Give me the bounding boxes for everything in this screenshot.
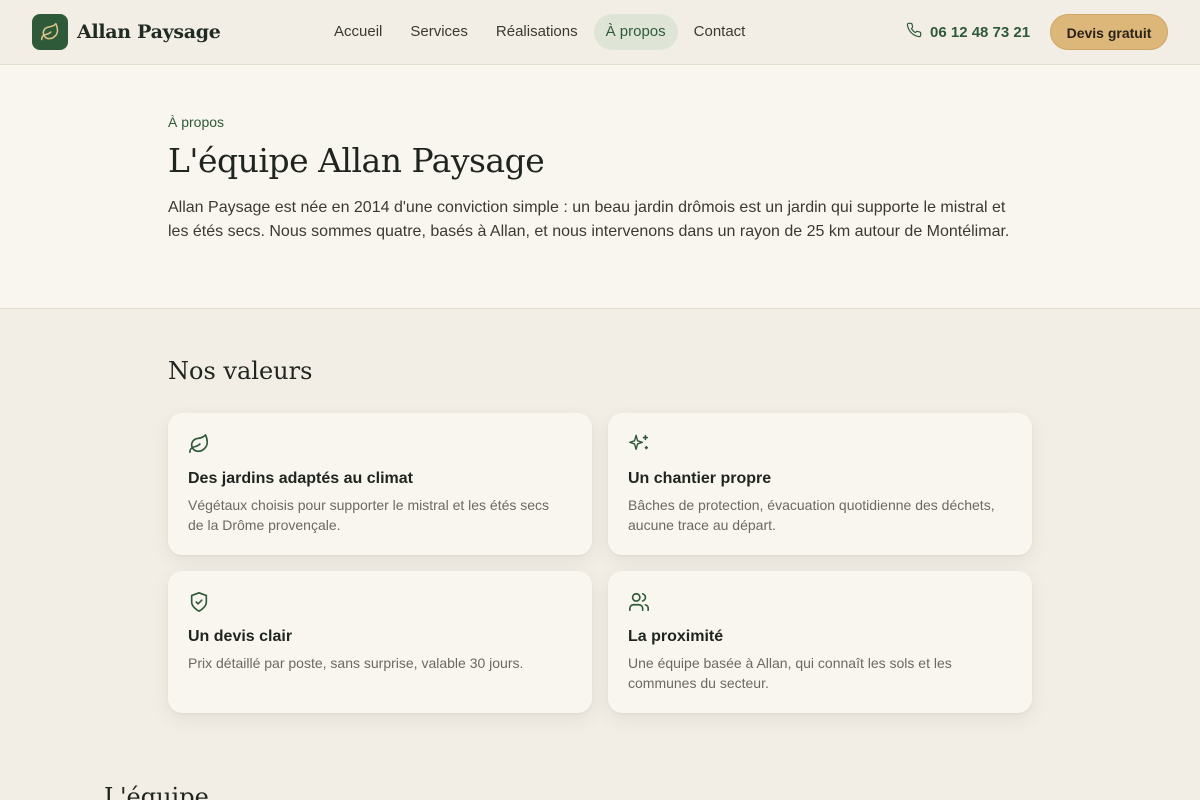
value-card-text: Prix détaillé par poste, sans surprise, …	[188, 655, 524, 671]
leaf-icon	[188, 433, 210, 455]
phone-link[interactable]: 06 12 48 73 21	[906, 22, 1030, 42]
sparkles-icon	[628, 433, 650, 455]
nav-item-a-propos[interactable]: À propos	[593, 14, 678, 50]
value-card-devis: Un devis clair Prix détaillé par poste, …	[168, 571, 592, 713]
value-card-title: Un devis clair	[188, 628, 293, 645]
phone-number: 06 12 48 73 21	[930, 23, 1031, 41]
value-card-proximite: La proximité Une équipe basée à Allan, q…	[608, 571, 1032, 713]
main-nav: Accueil Services Réalisations À propos C…	[322, 14, 761, 50]
users-icon	[628, 591, 650, 613]
leaf-icon	[32, 14, 68, 50]
nav-item-accueil[interactable]: Accueil	[322, 14, 394, 50]
hero-eyebrow: À propos	[168, 114, 225, 130]
value-card-climat: Des jardins adaptés au climat Végétaux c…	[168, 413, 592, 555]
team-title: L'équipe	[104, 783, 209, 800]
value-card-title: Un chantier propre	[628, 470, 772, 487]
logo[interactable]: Allan Paysage	[32, 14, 221, 50]
site-header: Allan Paysage Accueil Services Réalisati…	[0, 0, 1200, 65]
value-card-text: Végétaux choisis pour supporter le mistr…	[188, 497, 550, 533]
nav-item-services[interactable]: Services	[398, 14, 480, 50]
nav-item-contact[interactable]: Contact	[682, 14, 758, 50]
page-title: L'équipe Allan Paysage	[168, 141, 545, 180]
hero-description: Allan Paysage est née en 2014 d'une conv…	[168, 199, 1010, 240]
value-card-title: Des jardins adaptés au climat	[188, 470, 413, 487]
hero-section: À propos L'équipe Allan Paysage Allan Pa…	[0, 65, 1200, 309]
value-card-text: Une équipe basée à Allan, qui connaît le…	[628, 655, 952, 691]
logo-text: Allan Paysage	[77, 21, 221, 43]
devis-gratuit-button[interactable]: Devis gratuit	[1050, 14, 1168, 50]
nav-item-realisations[interactable]: Réalisations	[484, 14, 590, 50]
phone-icon	[906, 22, 922, 42]
shield-check-icon	[188, 591, 210, 613]
value-card-title: La proximité	[628, 628, 724, 645]
values-title: Nos valeurs	[168, 357, 313, 385]
value-card-text: Bâches de protection, évacuation quotidi…	[628, 497, 995, 533]
value-card-chantier: Un chantier propre Bâches de protection,…	[608, 413, 1032, 555]
